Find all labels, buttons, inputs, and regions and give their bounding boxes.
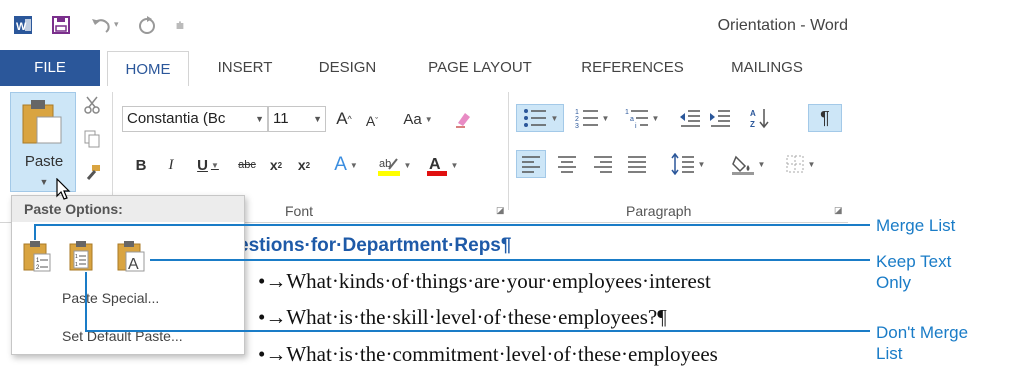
tab-file[interactable]: FILE	[0, 50, 100, 86]
justify-icon[interactable]	[622, 150, 652, 178]
paragraph-group-label: Paragraph	[626, 203, 692, 219]
ribbon-tabs: FILE HOME INSERT DESIGN PAGE LAYOUT REFE…	[0, 50, 848, 87]
dont-merge-list-icon[interactable]: 11	[68, 240, 98, 272]
strikethrough-icon[interactable]: abc	[232, 152, 262, 178]
text-effects-icon[interactable]: A ▼	[326, 152, 366, 178]
window-title: Orientation - Word	[717, 17, 848, 34]
align-center-icon[interactable]	[552, 150, 582, 178]
customize-toolbar-icon[interactable]: ⩧	[170, 14, 190, 36]
change-case-label: Aa	[403, 110, 422, 128]
svg-text:1: 1	[75, 262, 78, 268]
font-group-label: Font	[285, 203, 314, 219]
paste-label: Paste	[24, 153, 64, 170]
save-icon[interactable]	[50, 14, 72, 36]
numbering-icon[interactable]: 1 2 3 ▼	[570, 104, 614, 132]
multilevel-list-icon[interactable]: 1 a i ▼	[620, 104, 664, 132]
svg-text:A: A	[429, 156, 441, 173]
dont-merge-callout-line	[85, 272, 87, 332]
svg-text:3: 3	[575, 123, 579, 129]
paste-special-item[interactable]: Paste Special...	[62, 290, 159, 306]
shading-icon[interactable]: ▼	[726, 150, 770, 178]
list-item: •→What·kinds·of·things·are·your·employee…	[258, 269, 711, 293]
grow-font-icon[interactable]: A ^	[332, 106, 356, 132]
chevron-down-icon[interactable]: ▼	[255, 107, 264, 131]
ribbon-home: Paste ▼ Constantia (Bc ▼ 11 ▼ A ^ Aˇ Aa ▼	[0, 86, 848, 219]
list-item: •→What·is·the·skill·level·of·these·emplo…	[258, 305, 667, 329]
svg-text:A: A	[128, 256, 139, 272]
font-name-value: Constantia (Bc	[127, 110, 226, 127]
mouse-cursor-icon	[56, 178, 71, 200]
merge-list-callout-line	[34, 224, 36, 240]
svg-text:Z: Z	[750, 120, 755, 129]
tab-home[interactable]: HOME	[107, 51, 189, 87]
svg-text:▾: ▾	[114, 19, 119, 29]
bold-icon[interactable]: B	[130, 152, 152, 178]
svg-text:1: 1	[75, 254, 78, 260]
shrink-font-icon[interactable]: Aˇ	[360, 108, 384, 134]
borders-icon[interactable]: ▼	[778, 150, 822, 178]
dont-merge-callout: Don't Merge	[876, 323, 969, 342]
tab-page-layout[interactable]: PAGE LAYOUT	[405, 50, 555, 86]
svg-text:2: 2	[575, 116, 579, 123]
title-bar: W ▾ ⩧ Orientation - Word	[0, 0, 848, 50]
bullets-icon[interactable]: ▼	[516, 104, 564, 132]
chevron-down-icon[interactable]: ▼	[313, 107, 322, 131]
change-case-button[interactable]: Aa ▼	[394, 106, 442, 132]
underline-icon[interactable]: U ▼	[190, 152, 226, 178]
format-painter-icon[interactable]	[80, 162, 104, 184]
tab-insert[interactable]: INSERT	[200, 50, 290, 86]
font-size-value: 11	[273, 110, 289, 127]
separator	[508, 92, 509, 210]
subscript-icon[interactable]: x2	[264, 152, 288, 178]
list-item: •→What·is·the·commitment·level·of·these·…	[258, 342, 718, 366]
paragraph-dialog-launcher-icon[interactable]: ◪	[834, 205, 844, 215]
undo-icon[interactable]: ▾	[90, 14, 124, 36]
word-window: W ▾ ⩧ Orientation - Word FILE HOME INSER…	[0, 0, 848, 368]
paste-options-header: Paste Options:	[12, 196, 244, 222]
tab-mailings[interactable]: MAILINGS	[712, 50, 822, 86]
merge-list-callout-line	[34, 224, 870, 226]
font-color-icon[interactable]: A ▼	[422, 152, 462, 178]
svg-text:1: 1	[625, 109, 629, 116]
merge-list-icon[interactable]: 12	[22, 240, 52, 272]
keep-text-only-callout-line2: Only	[876, 273, 911, 292]
redo-icon[interactable]	[134, 14, 160, 36]
clipboard-icon	[22, 100, 62, 144]
show-formatting-marks-icon[interactable]: ¶	[808, 104, 842, 132]
svg-text:a: a	[630, 116, 634, 123]
tab-design[interactable]: DESIGN	[300, 50, 395, 86]
separator	[112, 92, 113, 210]
keep-text-callout-line	[150, 259, 870, 261]
svg-text:1: 1	[575, 109, 579, 116]
merge-list-callout: Merge List	[876, 216, 956, 235]
align-right-icon[interactable]	[588, 150, 618, 178]
keep-text-only-icon[interactable]: A	[116, 240, 146, 272]
line-spacing-icon[interactable]: ▼	[666, 150, 710, 178]
text-highlight-icon[interactable]: ab ▼	[372, 152, 416, 178]
tab-references[interactable]: REFERENCES	[565, 50, 700, 86]
italic-icon[interactable]: I	[160, 152, 182, 178]
cut-icon[interactable]	[80, 94, 104, 116]
font-name-combo[interactable]: Constantia (Bc ▼	[122, 106, 268, 132]
word-app-icon[interactable]: W	[12, 14, 34, 36]
sort-icon[interactable]: AZ	[746, 104, 774, 132]
dont-merge-callout-line	[85, 330, 870, 332]
dont-merge-callout-line2: List	[876, 344, 903, 363]
keep-text-only-callout: Keep Text	[876, 252, 952, 271]
svg-text:A: A	[750, 109, 756, 118]
font-size-combo[interactable]: 11 ▼	[268, 106, 326, 132]
document-heading: estions·for·Department·Reps¶	[238, 235, 512, 256]
svg-text:i: i	[635, 123, 637, 129]
superscript-icon[interactable]: x2	[292, 152, 316, 178]
paste-button[interactable]: Paste ▼	[10, 92, 76, 192]
copy-icon[interactable]	[80, 128, 104, 150]
decrease-indent-icon[interactable]	[676, 104, 704, 132]
clear-formatting-icon[interactable]	[450, 106, 476, 132]
font-dialog-launcher-icon[interactable]: ◪	[496, 205, 506, 215]
increase-indent-icon[interactable]	[706, 104, 734, 132]
align-left-icon[interactable]	[516, 150, 546, 178]
